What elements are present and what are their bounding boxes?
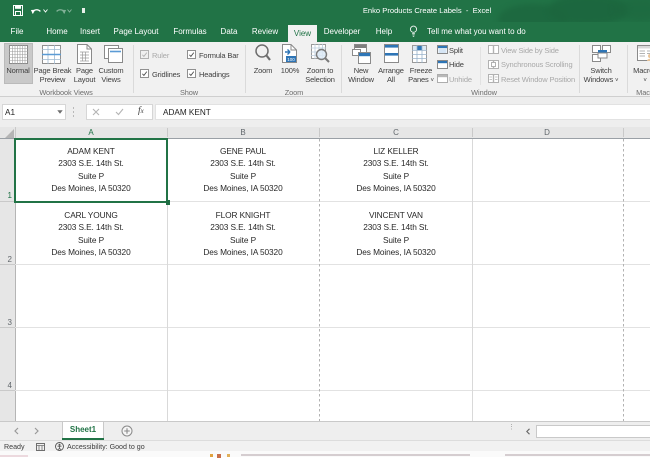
svg-text:100: 100 bbox=[287, 57, 295, 62]
